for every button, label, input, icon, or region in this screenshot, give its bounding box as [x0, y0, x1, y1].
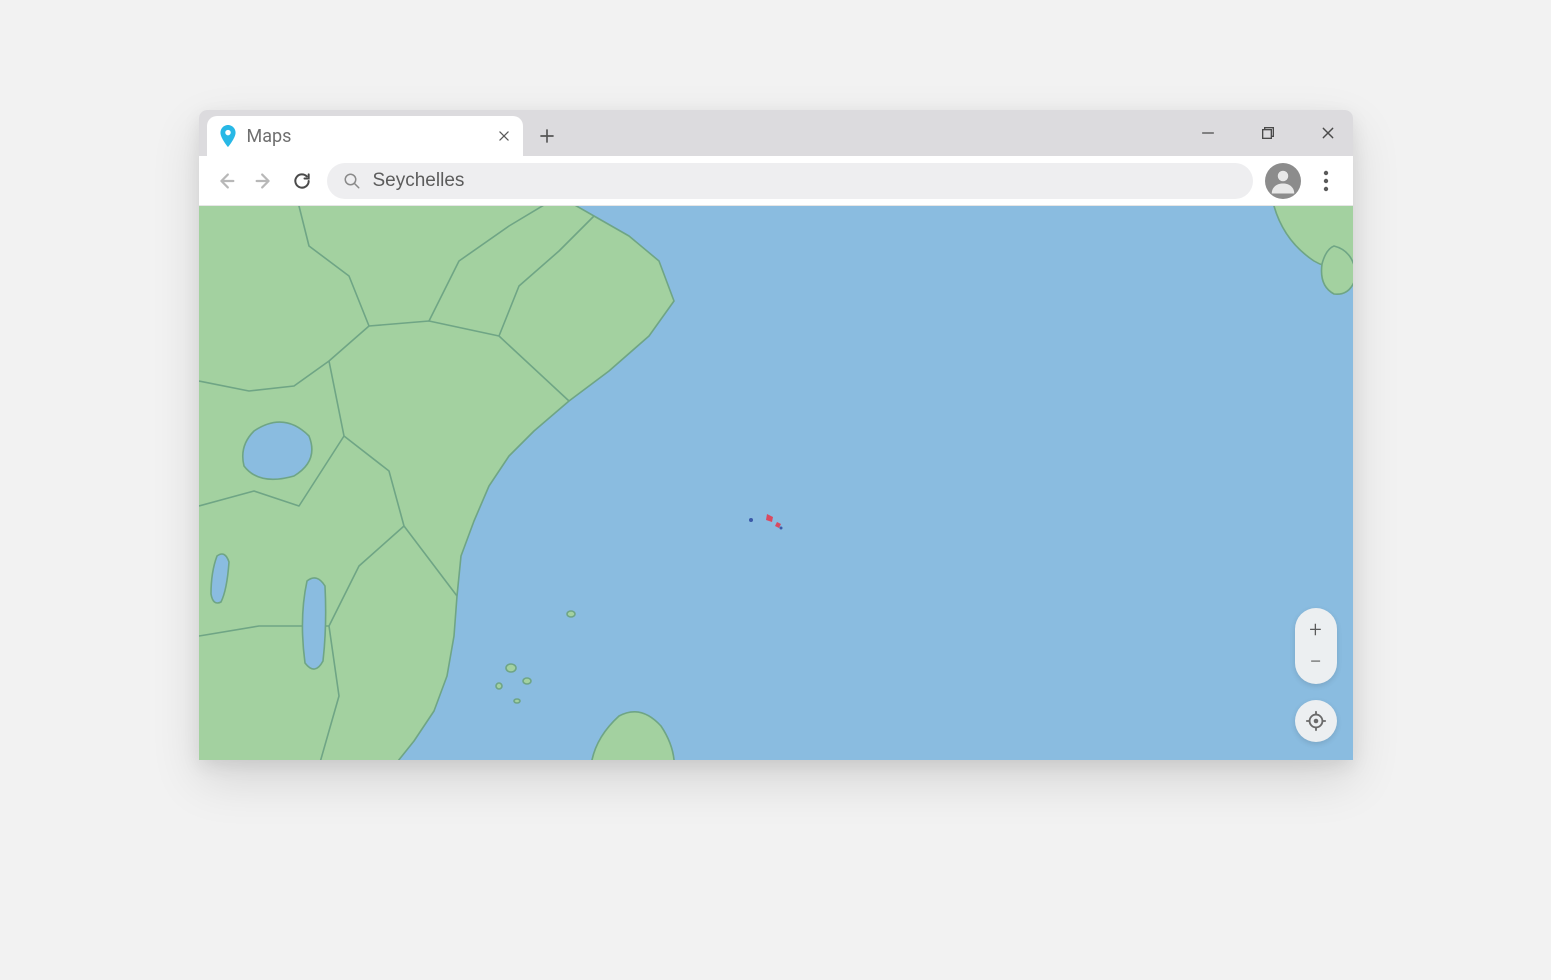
- maximize-button[interactable]: [1253, 118, 1283, 148]
- tab-strip: Maps: [199, 110, 1353, 156]
- new-tab-button[interactable]: [529, 118, 565, 154]
- browser-toolbar: [199, 156, 1353, 206]
- search-icon: [343, 172, 361, 190]
- map-pin-icon: [219, 125, 237, 147]
- map-viewport[interactable]: + −: [199, 206, 1353, 760]
- close-window-button[interactable]: [1313, 118, 1343, 148]
- reload-button[interactable]: [289, 168, 315, 194]
- map-controls: + −: [1295, 608, 1337, 742]
- zoom-control: + −: [1295, 608, 1337, 684]
- zoom-in-button[interactable]: +: [1295, 614, 1337, 646]
- back-button[interactable]: [213, 168, 239, 194]
- close-tab-icon[interactable]: [497, 129, 511, 143]
- window-controls: [1193, 110, 1343, 156]
- browser-tab-maps[interactable]: Maps: [207, 116, 523, 156]
- address-input[interactable]: [373, 170, 1237, 192]
- map-canvas[interactable]: [199, 206, 1353, 760]
- menu-button[interactable]: [1313, 170, 1339, 192]
- zoom-out-button[interactable]: −: [1295, 646, 1337, 678]
- tab-title: Maps: [247, 126, 487, 147]
- profile-avatar[interactable]: [1265, 163, 1301, 199]
- address-bar[interactable]: [327, 163, 1253, 199]
- minimize-button[interactable]: [1193, 118, 1223, 148]
- forward-button[interactable]: [251, 168, 277, 194]
- locate-me-button[interactable]: [1295, 700, 1337, 742]
- browser-window: Maps: [199, 110, 1353, 760]
